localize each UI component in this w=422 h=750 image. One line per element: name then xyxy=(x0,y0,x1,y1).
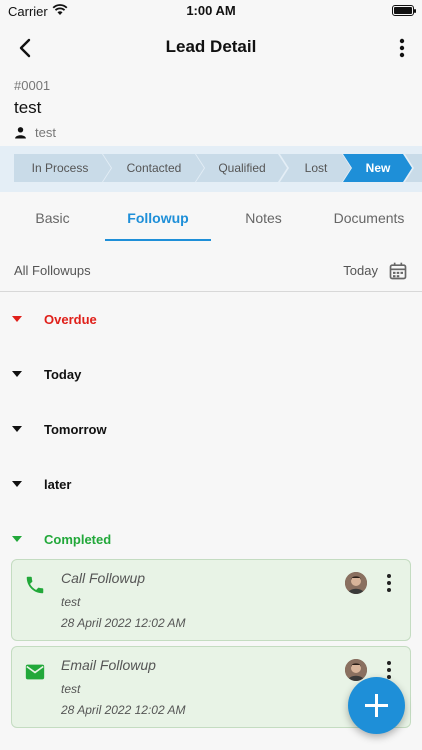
tab-followup[interactable]: Followup xyxy=(105,210,211,226)
group-today[interactable]: Today xyxy=(0,361,422,391)
stage-contacted[interactable]: Contacted xyxy=(103,154,204,182)
group-completed[interactable]: Completed xyxy=(0,526,422,556)
tab-notes[interactable]: Notes xyxy=(211,210,316,226)
tab-basic[interactable]: Basic xyxy=(0,210,105,226)
lead-owner: test xyxy=(14,125,56,140)
group-name: Tomorrow xyxy=(44,422,107,437)
group-later[interactable]: later xyxy=(0,471,422,501)
stage-label: New xyxy=(365,161,391,175)
stage-next-partial xyxy=(405,154,422,182)
followup-filter-label[interactable]: All Followups xyxy=(14,263,91,278)
caret-down-icon xyxy=(12,316,22,322)
followup-note: test xyxy=(61,595,81,609)
stage-lost[interactable]: Lost xyxy=(280,154,351,182)
followup-note: test xyxy=(61,682,81,696)
stage-in-process[interactable]: In Process xyxy=(14,154,111,182)
phone-icon xyxy=(26,576,44,594)
lead-id: #0001 xyxy=(14,78,51,93)
add-followup-button[interactable] xyxy=(348,677,405,734)
stage-label: In Process xyxy=(31,161,89,175)
active-tab-indicator xyxy=(105,239,211,241)
followup-card[interactable]: Call Followup test 28 April 2022 12:02 A… xyxy=(11,559,411,641)
caret-down-icon xyxy=(12,536,22,542)
nav-bar: Lead Detail xyxy=(0,28,422,66)
person-icon xyxy=(15,127,26,139)
caret-down-icon xyxy=(12,371,22,377)
date-filter-value[interactable]: Today xyxy=(343,263,378,278)
stage-progress-bar: In Process Contacted Qualified Lost New xyxy=(0,146,422,192)
page-title: Lead Detail xyxy=(165,37,257,56)
stage-label: Lost xyxy=(304,161,328,175)
email-icon xyxy=(25,664,45,680)
followup-date: 28 April 2022 12:02 AM xyxy=(61,703,186,717)
group-tomorrow[interactable]: Tomorrow xyxy=(0,416,422,446)
followup-title: Email Followup xyxy=(61,657,156,673)
tab-documents[interactable]: Documents xyxy=(316,210,422,226)
stage-new[interactable]: New xyxy=(343,154,412,182)
calendar-icon[interactable] xyxy=(388,261,408,281)
stage-qualified[interactable]: Qualified xyxy=(196,154,287,182)
stage-label: Contacted xyxy=(126,161,182,175)
tab-bar: Basic Followup Notes Documents xyxy=(0,198,422,240)
more-vertical-icon[interactable] xyxy=(380,572,398,594)
group-name: Today xyxy=(44,367,82,382)
avatar xyxy=(345,572,367,594)
followup-title: Call Followup xyxy=(61,570,146,586)
group-name: Overdue xyxy=(44,312,97,327)
avatar xyxy=(345,659,367,681)
group-overdue[interactable]: Overdue xyxy=(0,306,422,336)
group-name: Completed xyxy=(44,532,112,547)
status-bar: Carrier 1:00 AM xyxy=(0,0,422,22)
followup-date: 28 April 2022 12:02 AM xyxy=(61,616,186,630)
lead-owner-name: test xyxy=(35,125,56,140)
lead-name: test xyxy=(14,98,42,117)
group-name: later xyxy=(44,477,72,492)
more-vertical-icon[interactable] xyxy=(390,36,414,60)
caret-down-icon xyxy=(12,481,22,487)
followup-filter-row: All Followups Today xyxy=(0,250,422,292)
battery-icon xyxy=(392,5,416,16)
plus-icon xyxy=(365,694,388,717)
stage-label: Qualified xyxy=(218,161,266,175)
clock: 1:00 AM xyxy=(186,3,236,18)
caret-down-icon xyxy=(12,426,22,432)
